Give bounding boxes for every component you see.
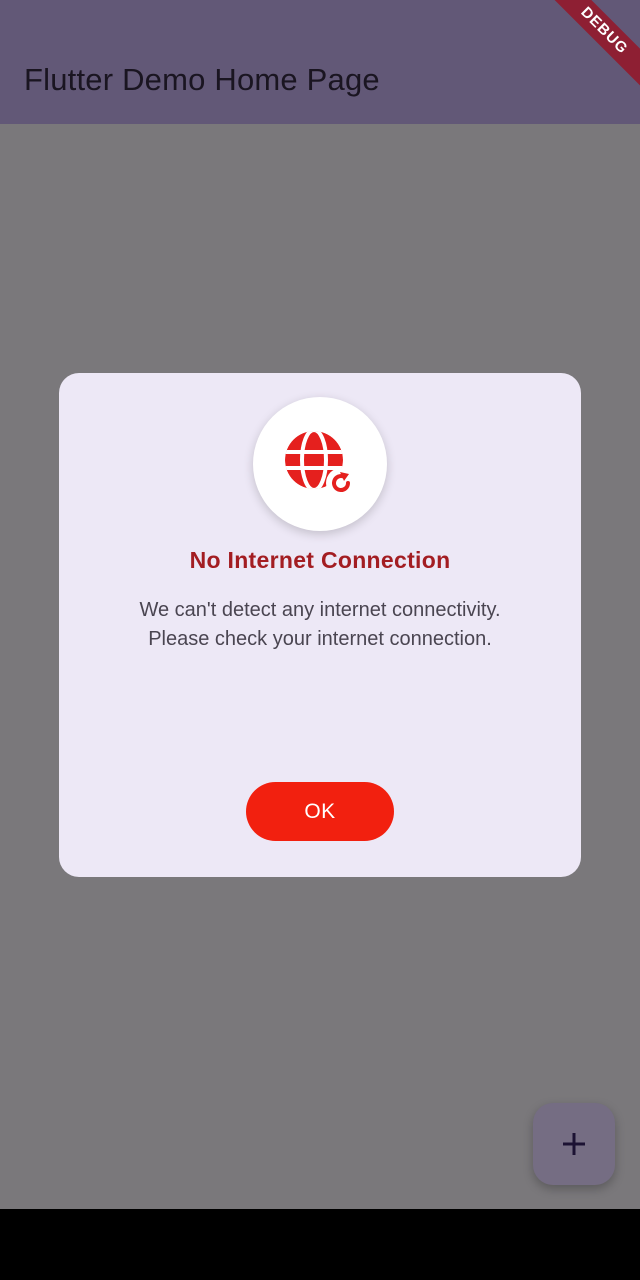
debug-banner: DEBUG [530,0,640,110]
plus-icon [563,1133,585,1155]
dialog-title: No Internet Connection [189,547,451,573]
dialog-message-line-2: Please check your internet connection. [148,628,492,650]
no-internet-dialog: No Internet Connection We can't detect a… [59,373,581,877]
dialog-icon-circle [253,397,387,531]
screen: Flutter Demo Home Page DEBUG No Internet… [0,0,640,1280]
ok-button[interactable]: OK [246,782,394,841]
debug-ribbon-label: DEBUG [538,0,640,97]
system-navigation-bar [0,1209,640,1280]
dialog-message: We can't detect any internet connectivit… [79,596,561,654]
dialog-message-line-1: We can't detect any internet connectivit… [139,599,501,621]
globe-refresh-icon [285,431,356,498]
app-title: Flutter Demo Home Page [24,62,380,97]
add-fab-button[interactable] [533,1103,615,1185]
